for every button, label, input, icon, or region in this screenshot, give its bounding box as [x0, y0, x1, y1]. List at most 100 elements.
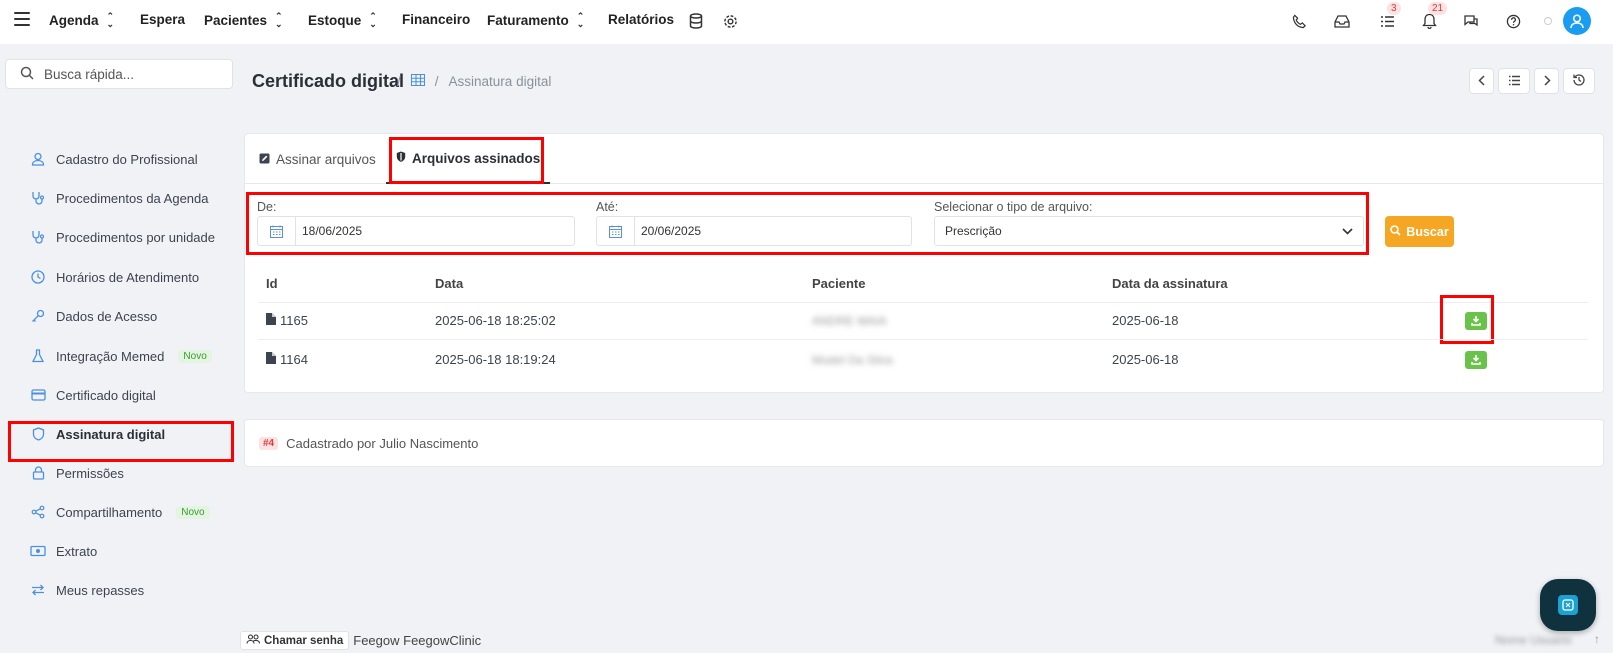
to-label: Até:: [596, 200, 619, 214]
download-button[interactable]: [1465, 351, 1487, 369]
sidebar-item-dados-acesso[interactable]: Dados de Acesso: [30, 303, 157, 329]
sidebar-item-cadastro[interactable]: Cadastro do Profissional: [30, 146, 198, 172]
sidebar-item-label: Assinatura digital: [56, 426, 166, 442]
file-type-select[interactable]: Prescrição: [934, 216, 1364, 246]
next-button[interactable]: [1534, 68, 1559, 94]
menu-icon[interactable]: [14, 12, 30, 26]
chat-icon[interactable]: [1462, 12, 1480, 30]
record-info-card: #4 Cadastrado por Julio Nascimento: [244, 419, 1604, 467]
stethoscope-icon: [30, 190, 46, 206]
sidebar-item-label: Dados de Acesso: [56, 308, 158, 324]
buscar-label: Buscar: [1406, 224, 1449, 239]
sidebar-item-permissoes[interactable]: Permissões: [30, 460, 124, 486]
notifications-badge: 21: [1428, 2, 1448, 15]
download-button[interactable]: [1465, 312, 1487, 330]
search-icon: [1390, 224, 1401, 239]
nav-label: Pacientes: [204, 12, 268, 28]
record-id-badge: #4: [259, 436, 279, 450]
phone-icon[interactable]: [1290, 12, 1308, 30]
tab-assinar-arquivos[interactable]: Assinar arquivos: [259, 134, 376, 184]
grid-icon[interactable]: [410, 74, 425, 89]
sidebar-item-repasses[interactable]: Meus repasses: [30, 577, 144, 603]
sidebar-item-label: Meus repasses: [56, 582, 145, 598]
user-icon: [30, 151, 46, 167]
sidebar-item-label: Certificado digital: [56, 387, 156, 403]
from-date-input[interactable]: 18/06/2025: [257, 216, 575, 246]
chamar-senha-label: Chamar senha: [264, 634, 344, 647]
sidebar-item-procedimentos-unidade[interactable]: Procedimentos por unidade: [30, 224, 215, 250]
avatar[interactable]: [1563, 7, 1591, 35]
sidebar-item-extrato[interactable]: Extrato: [30, 538, 97, 564]
clock-icon: [30, 269, 46, 285]
sidebar-item-label: Procedimentos por unidade: [56, 229, 215, 245]
tabs: Assinar arquivos Arquivos assinados: [245, 134, 1603, 184]
buscar-button[interactable]: Buscar: [1385, 216, 1454, 247]
sidebar-item-procedimentos-agenda[interactable]: Procedimentos da Agenda: [30, 185, 209, 211]
from-date-value: 18/06/2025: [302, 224, 363, 238]
sidebar-item-assinatura[interactable]: Assinatura digital: [30, 421, 165, 447]
history-button[interactable]: [1563, 68, 1595, 94]
arrow-up-icon[interactable]: ↑: [1594, 632, 1600, 646]
bottom-bar: Chamar senha Feegow FeegowClinic: [240, 631, 481, 650]
edit-icon: [259, 152, 270, 167]
money-icon: [30, 543, 46, 559]
status-dot: [1544, 17, 1552, 25]
tab-label: Assinar arquivos: [276, 151, 376, 167]
brand-text: Feegow FeegowClinic: [353, 633, 482, 648]
download-icon: [1471, 353, 1481, 368]
quick-search[interactable]: Busca rápida...: [5, 59, 233, 89]
chevron-down-icon: [1342, 224, 1353, 238]
lock-icon: [30, 465, 46, 481]
nav-relatorios[interactable]: Relatórios: [608, 12, 674, 27]
nav-pacientes[interactable]: Pacientes ⌃ ⌄: [204, 11, 283, 29]
list-button[interactable]: [1498, 68, 1530, 94]
page-title: Certificado digital: [252, 71, 405, 91]
nav-agenda[interactable]: Agenda ⌃ ⌄: [49, 12, 114, 29]
calendar-icon: [258, 217, 296, 245]
chevron-updown-icon: ⌃ ⌄: [576, 11, 585, 29]
help-icon[interactable]: [1504, 12, 1522, 30]
support-chat-button[interactable]: [1540, 579, 1596, 631]
users-icon: [246, 634, 261, 647]
chevron-updown-icon: ⌃ ⌄: [275, 11, 283, 29]
cell-id: 1165: [266, 313, 308, 328]
col-header-paciente: Paciente: [812, 276, 866, 291]
chevron-left-icon: [1477, 74, 1486, 89]
cell-data-assinatura: 2025-06-18: [1112, 313, 1179, 328]
sidebar-item-certificado[interactable]: Certificado digital: [30, 382, 156, 408]
breadcrumb-separator: /: [397, 74, 401, 89]
sidebar-item-label: Cadastro do Profissional: [56, 151, 198, 167]
gear-icon[interactable]: [721, 12, 739, 30]
history-icon: [1572, 73, 1586, 90]
file-type-value: Prescrição: [945, 224, 1002, 238]
nav-faturamento[interactable]: Faturamento ⌃ ⌄: [487, 11, 585, 29]
cell-data-assinatura: 2025-06-18: [1112, 352, 1179, 367]
file-icon: [266, 313, 276, 328]
from-label: De:: [257, 200, 277, 214]
tasks-badge: 3: [1387, 2, 1401, 15]
nav-financeiro[interactable]: Financeiro: [402, 12, 470, 27]
nav-estoque[interactable]: Estoque ⌃ ⌄: [308, 11, 377, 29]
divider: [258, 339, 1588, 340]
nav-label: Relatórios: [608, 12, 675, 27]
shield-icon: [396, 151, 406, 166]
cell-paciente-blurred: ANDRE MAIA: [812, 314, 887, 328]
chamar-senha-button[interactable]: Chamar senha: [240, 631, 350, 650]
nav-label: Estoque: [308, 12, 362, 28]
database-icon[interactable]: [687, 12, 705, 30]
chevron-updown-icon: ⌃ ⌄: [369, 11, 377, 29]
sidebar-item-memed[interactable]: Integração Memed Novo: [30, 343, 212, 369]
to-date-input[interactable]: 20/06/2025: [596, 216, 912, 246]
sidebar-item-label: Integração Memed: [56, 348, 165, 364]
prev-button[interactable]: [1469, 68, 1494, 94]
transfer-icon: [30, 582, 46, 598]
inbox-icon[interactable]: [1333, 12, 1351, 30]
calendar-icon: [597, 217, 635, 245]
tab-arquivos-assinados[interactable]: Arquivos assinados: [386, 134, 551, 184]
sidebar-item-horarios[interactable]: Horários de Atendimento: [30, 264, 199, 290]
share-icon: [30, 504, 46, 520]
sidebar-item-compartilhamento[interactable]: Compartilhamento Novo: [30, 499, 210, 525]
col-header-data: Data: [435, 276, 464, 291]
list-icon: [1508, 74, 1521, 89]
nav-espera[interactable]: Espera: [140, 12, 185, 27]
